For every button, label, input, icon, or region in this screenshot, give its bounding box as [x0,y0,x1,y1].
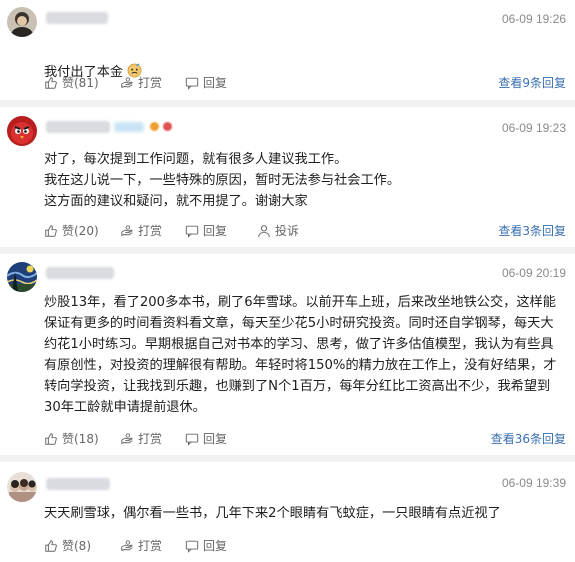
divider [0,247,575,254]
thumb-up-icon [45,432,57,445]
username-blurred[interactable] [46,12,108,24]
username-blurred[interactable] [46,478,110,490]
comment-time: 06-09 19:23 [501,121,566,135]
avatar[interactable] [7,116,37,146]
tip-icon [121,224,133,236]
like-button[interactable]: 赞(18) [44,430,99,447]
username-blurred[interactable] [46,121,110,133]
badge-icon [163,122,172,131]
comment-time: 06-09 19:39 [501,476,566,490]
comment-1: 06-09 19:26 我付出了本金 赞(81) 打赏 回复 查看9条回复 [0,0,575,97]
like-button[interactable]: 赞(20) [44,222,99,239]
reply-button[interactable]: 回复 [185,537,227,554]
thumb-up-icon [45,76,57,89]
divider [0,100,575,107]
view-replies-link[interactable]: 查看3条回复 [498,222,566,239]
view-replies-link[interactable]: 查看9条回复 [498,74,566,91]
comment-text: 对了，每次提到工作问题，就有很多人建议我工作。 我在这儿说一下，一些特殊的原因，… [44,152,401,209]
report-icon [258,224,270,237]
tip-button[interactable]: 打赏 [120,537,162,554]
user-tag-blurred [114,122,144,132]
avatar[interactable] [7,262,37,292]
tip-icon [121,76,133,88]
like-count: 赞(81) [62,76,99,90]
comment-2: 06-09 19:23 对了，每次提到工作问题，就有很多人建议我工作。 我在这儿… [0,107,575,247]
tip-button[interactable]: 打赏 [120,74,162,91]
like-count: 赞(8) [62,539,91,553]
view-replies-link[interactable]: 查看36条回复 [491,430,566,447]
badge-icon [150,122,159,131]
tip-button[interactable]: 打赏 [120,222,162,239]
like-count: 赞(20) [62,224,99,238]
comment-time: 06-09 19:26 [501,12,566,26]
username-blurred[interactable] [46,267,114,279]
like-count: 赞(18) [62,432,99,446]
thumb-up-icon [45,539,57,552]
comment-3: 06-09 20:19 炒股13年，看了200多本书，刷了6年雪球。以前开车上班… [0,254,575,454]
tip-icon [121,539,133,551]
reply-icon [185,225,199,238]
reply-icon [185,433,199,446]
comment-4: 06-09 19:39 天天刷雪球，偶尔看一些书，几年下来2个眼睛有飞蚊症，一只… [0,462,575,562]
comment-text: 天天刷雪球，偶尔看一些书，几年下来2个眼睛有飞蚊症，一只眼睛有点近视了 [44,506,501,521]
tip-button[interactable]: 打赏 [120,430,162,447]
comment-text: 炒股13年，看了200多本书，刷了6年雪球。以前开车上班，后来改坐地铁公交，这样… [44,295,557,415]
tip-icon [121,432,133,444]
like-button[interactable]: 赞(8) [44,537,91,554]
avatar[interactable] [7,472,37,502]
divider [0,455,575,462]
avatar[interactable] [7,7,37,37]
like-button[interactable]: 赞(81) [44,74,99,91]
thumb-up-icon [45,224,57,237]
report-button[interactable]: 投诉 [257,222,299,239]
reply-icon [185,540,199,553]
reply-button[interactable]: 回复 [185,74,227,91]
comment-time: 06-09 20:19 [501,266,566,280]
reply-button[interactable]: 回复 [185,222,227,239]
reply-icon [185,77,199,90]
reply-button[interactable]: 回复 [185,430,227,447]
